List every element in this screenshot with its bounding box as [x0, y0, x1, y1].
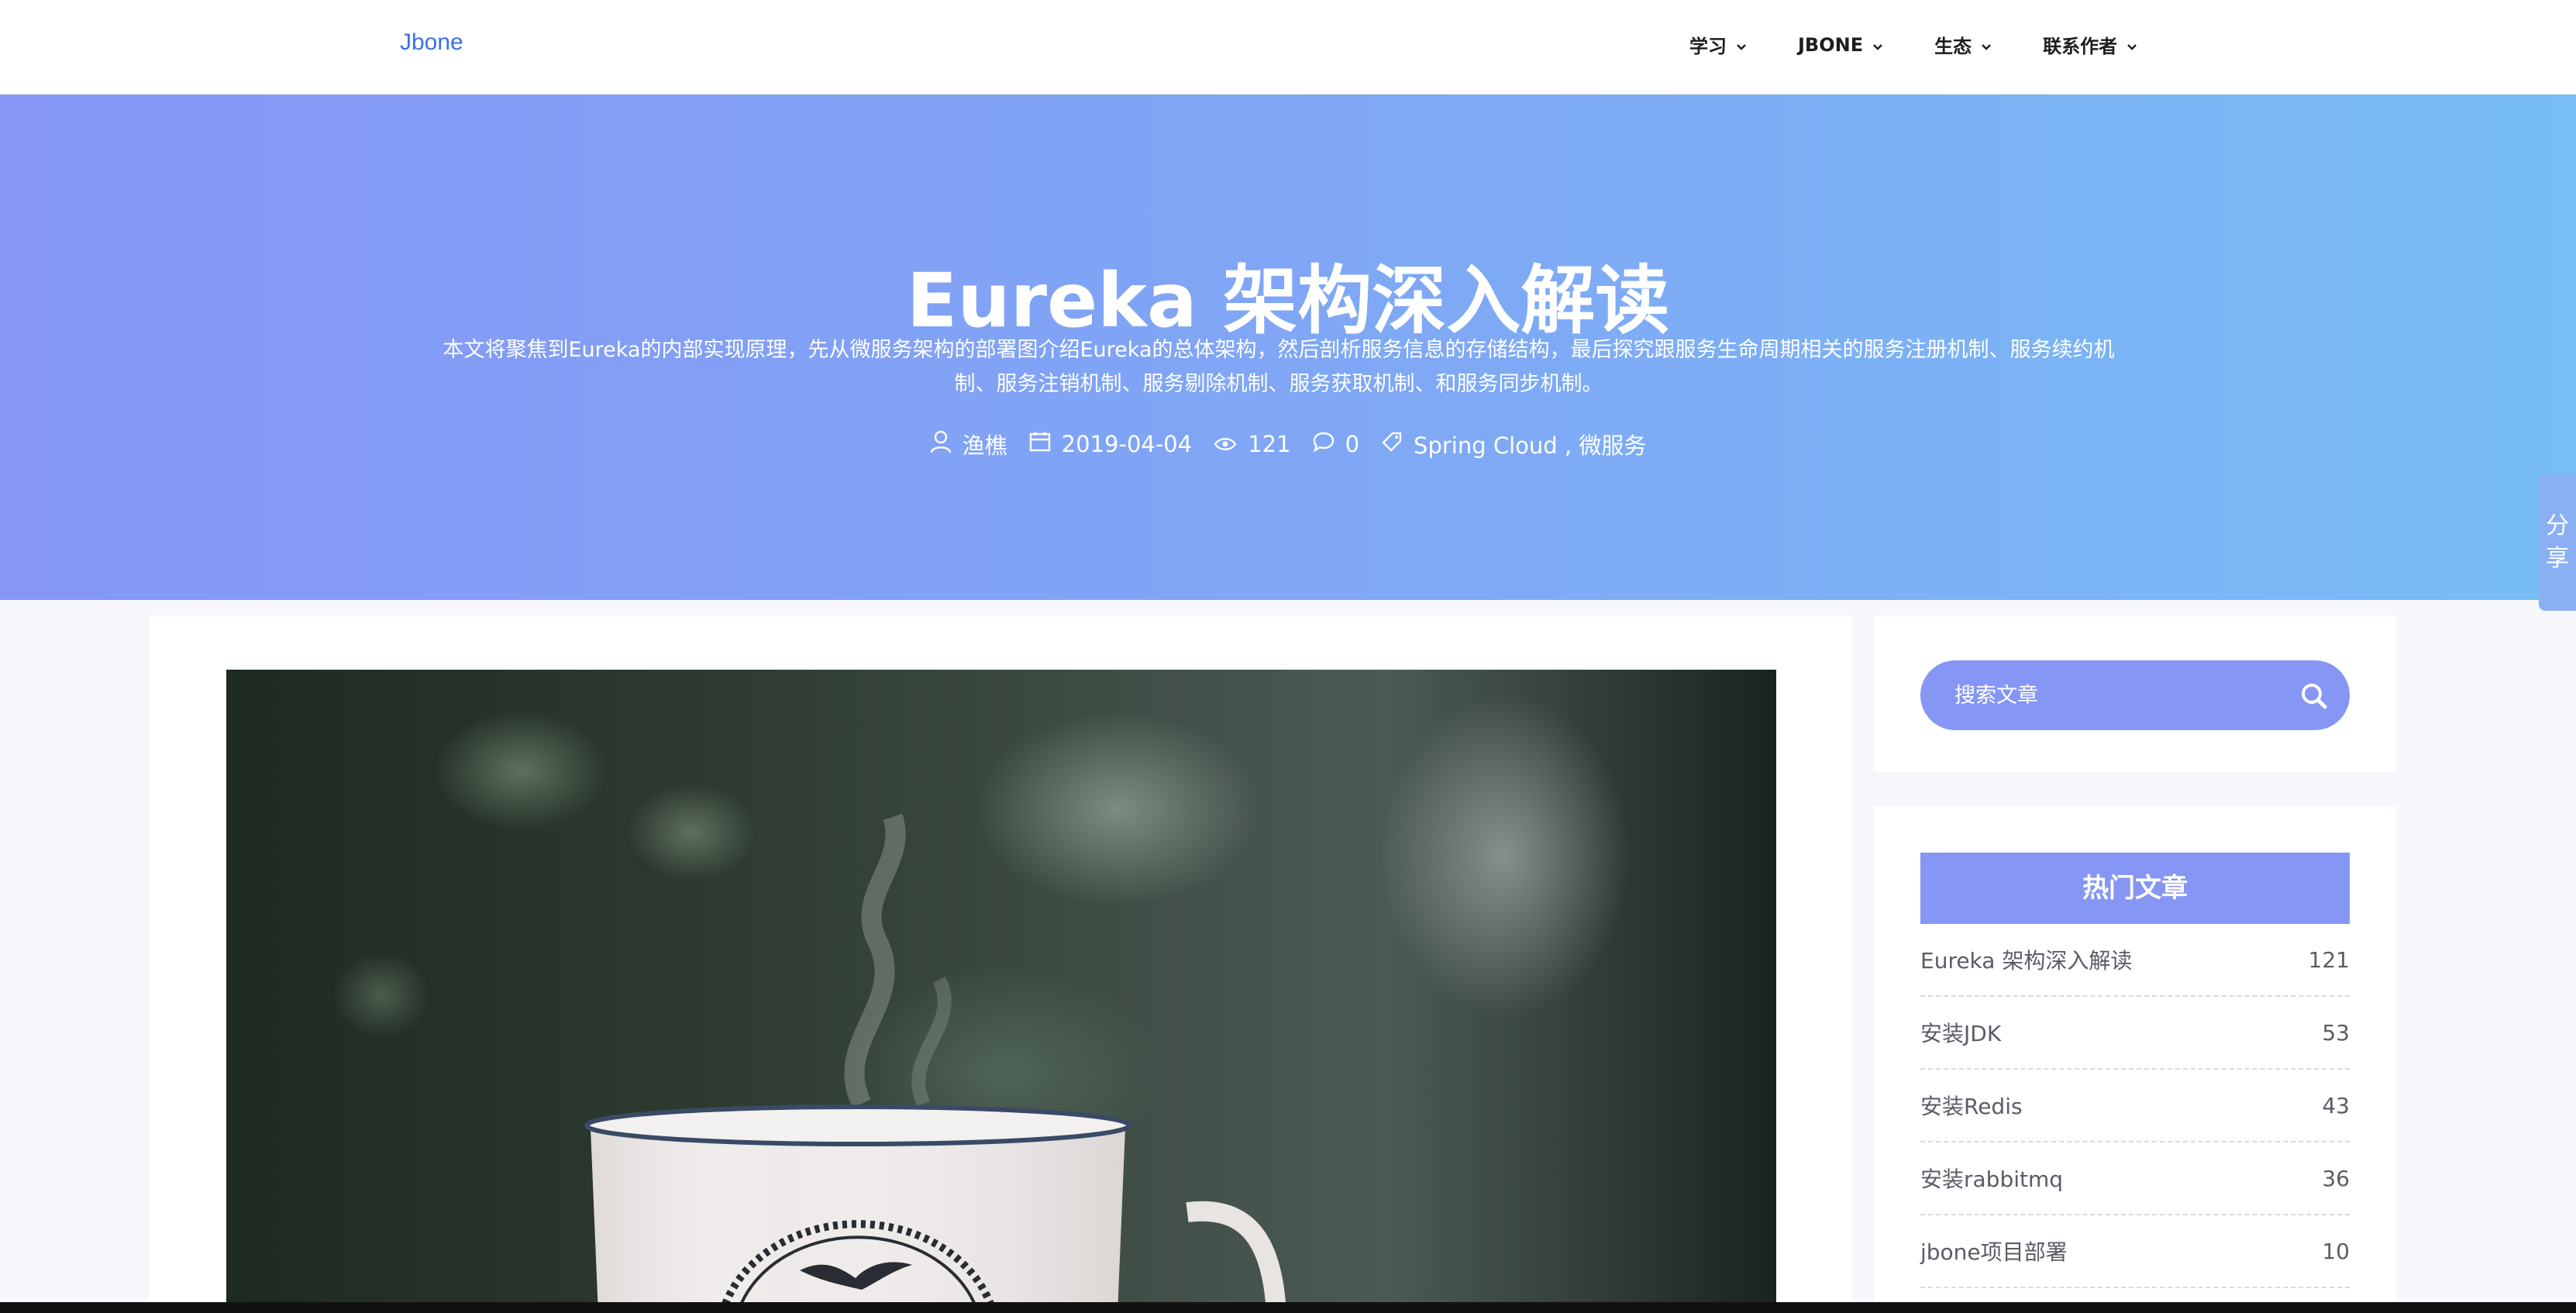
nav-item-study[interactable]: 学习 [1689, 31, 1747, 58]
coffee-mug-illustration [584, 813, 1286, 1313]
hot-articles-title: 热门文章 [1920, 853, 2350, 924]
share-label-char: 享 [2546, 545, 2569, 572]
comment-count: 0 [1345, 431, 1360, 457]
calendar-icon [1029, 431, 1062, 458]
article-meta: 渔樵 2019-04-04 121 0 Spring Cloud , 微服务 [0, 428, 2576, 460]
tag-icon [1381, 431, 1414, 458]
nav-item-label: 生态 [1934, 36, 1972, 57]
article-description-line: 制、服务注销机制、服务剔除机制、服务获取机制、和服务同步机制。 [954, 372, 1603, 396]
list-item[interactable]: 安装rabbitmq 36 [1920, 1142, 2350, 1215]
meta-author: 渔樵 [930, 428, 1007, 460]
hot-article-count: 10 [2322, 1238, 2350, 1264]
chevron-down-icon [1872, 34, 1883, 56]
list-item[interactable]: 安装JDK 53 [1920, 997, 2350, 1070]
hot-article-title[interactable]: 安装rabbitmq [1920, 1163, 2063, 1194]
list-item[interactable]: Eureka 架构深入解读 121 [1920, 924, 2350, 997]
nav-item-contact-author[interactable]: 联系作者 [2043, 31, 2137, 58]
hot-article-title[interactable]: 安装Redis [1920, 1090, 2023, 1121]
hot-article-title[interactable]: 安装JDK [1920, 1017, 2001, 1048]
comment-icon [1313, 431, 1345, 458]
main-nav: 学习 JBONE 生态 联系作者 [1689, 31, 2189, 58]
eye-icon [1214, 431, 1248, 457]
nav-item-label: JBONE [1798, 33, 1864, 56]
brand-logo-link[interactable]: Jbone [400, 29, 463, 56]
user-icon [930, 430, 963, 459]
search-input[interactable] [1920, 660, 2277, 730]
chevron-down-icon [1736, 34, 1747, 56]
chevron-down-icon [2127, 34, 2137, 56]
nav-item-jbone[interactable]: JBONE [1798, 31, 1883, 58]
hot-articles-list: Eureka 架构深入解读 121 安装JDK 53 安装Redis 43 安装… [1920, 924, 2350, 1288]
hot-article-title[interactable]: Eureka 架构深入解读 [1920, 944, 2132, 975]
hot-articles-card: 热门文章 Eureka 架构深入解读 121 安装JDK 53 安装Redis … [1874, 806, 2396, 1313]
hot-article-count: 36 [2322, 1165, 2350, 1191]
meta-date: 2019-04-04 [1029, 431, 1193, 458]
publish-date: 2019-04-04 [1061, 431, 1193, 457]
search-icon[interactable] [2299, 681, 2330, 712]
top-navbar: Jbone 学习 JBONE 生态 联系作者 [0, 0, 2576, 95]
article-tags[interactable]: Spring Cloud , 微服务 [1414, 428, 1646, 460]
hot-article-count: 43 [2322, 1092, 2350, 1118]
page-title: Eureka 架构深入解读 [906, 257, 1670, 344]
list-item[interactable]: 安装Redis 43 [1920, 1070, 2350, 1142]
bottom-edge-strip [0, 1302, 2576, 1313]
view-count: 121 [1248, 431, 1291, 457]
hot-article-count: 121 [2308, 946, 2350, 973]
meta-tags: Spring Cloud , 微服务 [1381, 428, 1646, 460]
author-name: 渔樵 [962, 432, 1007, 459]
share-button[interactable]: 分 享 [2539, 474, 2576, 611]
search-box [1920, 660, 2350, 730]
hot-article-title[interactable]: jbone项目部署 [1920, 1235, 2068, 1266]
nav-item-label: 联系作者 [2043, 36, 2118, 57]
article-description-line: 本文将聚焦到Eureka的内部实现原理，先从微服务架构的部署图介绍Eureka的… [443, 338, 2115, 362]
nav-item-ecosystem[interactable]: 生态 [1934, 31, 1992, 58]
share-label-char: 分 [2546, 512, 2569, 539]
sidebar-search-card [1874, 615, 2396, 772]
meta-views: 121 [1214, 431, 1291, 457]
chevron-down-icon [1981, 34, 1992, 56]
page: Jbone 学习 JBONE 生态 联系作者 Eureka 架构深入解读 本文将… [0, 0, 2576, 1313]
article-cover-image [226, 670, 1776, 1313]
article-content-card [149, 615, 1852, 1313]
nav-item-label: 学习 [1689, 36, 1727, 57]
hot-article-count: 53 [2322, 1019, 2350, 1046]
list-item[interactable]: jbone项目部署 10 [1920, 1215, 2350, 1288]
article-description: 本文将聚焦到Eureka的内部实现原理，先从微服务架构的部署图介绍Eureka的… [411, 333, 2147, 401]
article-hero: Eureka 架构深入解读 本文将聚焦到Eureka的内部实现原理，先从微服务架… [0, 95, 2576, 600]
meta-comments: 0 [1313, 431, 1359, 458]
